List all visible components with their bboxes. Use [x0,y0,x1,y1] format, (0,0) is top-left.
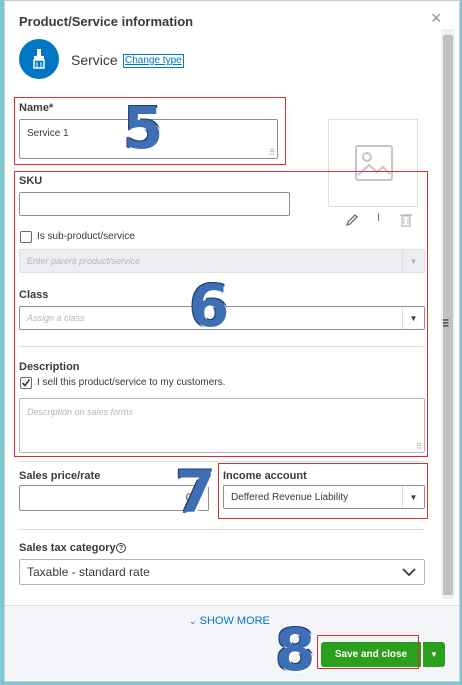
chevron-down-icon: ⌄ [189,616,197,626]
show-more-button[interactable]: ⌄ SHOW MORE [189,615,270,627]
section-divider [19,461,425,462]
scroll-grip-icon: ━ ━ ━ [443,315,449,331]
section-divider [19,529,425,530]
show-more-label: SHOW MORE [199,615,270,627]
highlight-box-save [317,635,419,669]
service-type-badge [19,39,59,79]
type-label: Service [71,52,118,68]
sales-tax-value: Taxable - standard rate [27,565,150,579]
highlight-box-income [218,463,428,519]
change-type-link[interactable]: Change type [123,54,184,68]
callout-number: 5 [123,94,164,162]
sales-tax-label: Sales tax category [19,542,116,554]
callout-number: 8 [275,616,316,682]
panel-title: Product/Service information [19,14,194,29]
close-icon[interactable]: × [431,9,442,27]
save-options-dropdown[interactable]: ▼ [423,642,445,667]
paintbrush-icon [33,49,45,69]
caret-down-icon: ▼ [430,650,438,659]
scrollbar[interactable]: ━ ━ ━ [441,29,455,599]
sales-tax-select[interactable]: Taxable - standard rate [19,559,425,585]
callout-number: 7 [175,458,216,526]
sales-price-label: Sales price/rate [19,470,101,482]
help-icon[interactable]: ? [116,543,126,553]
product-service-panel: Product/Service information × Service Ch… [4,0,460,682]
callout-number: 6 [189,272,230,340]
chevron-down-icon[interactable] [402,568,416,577]
